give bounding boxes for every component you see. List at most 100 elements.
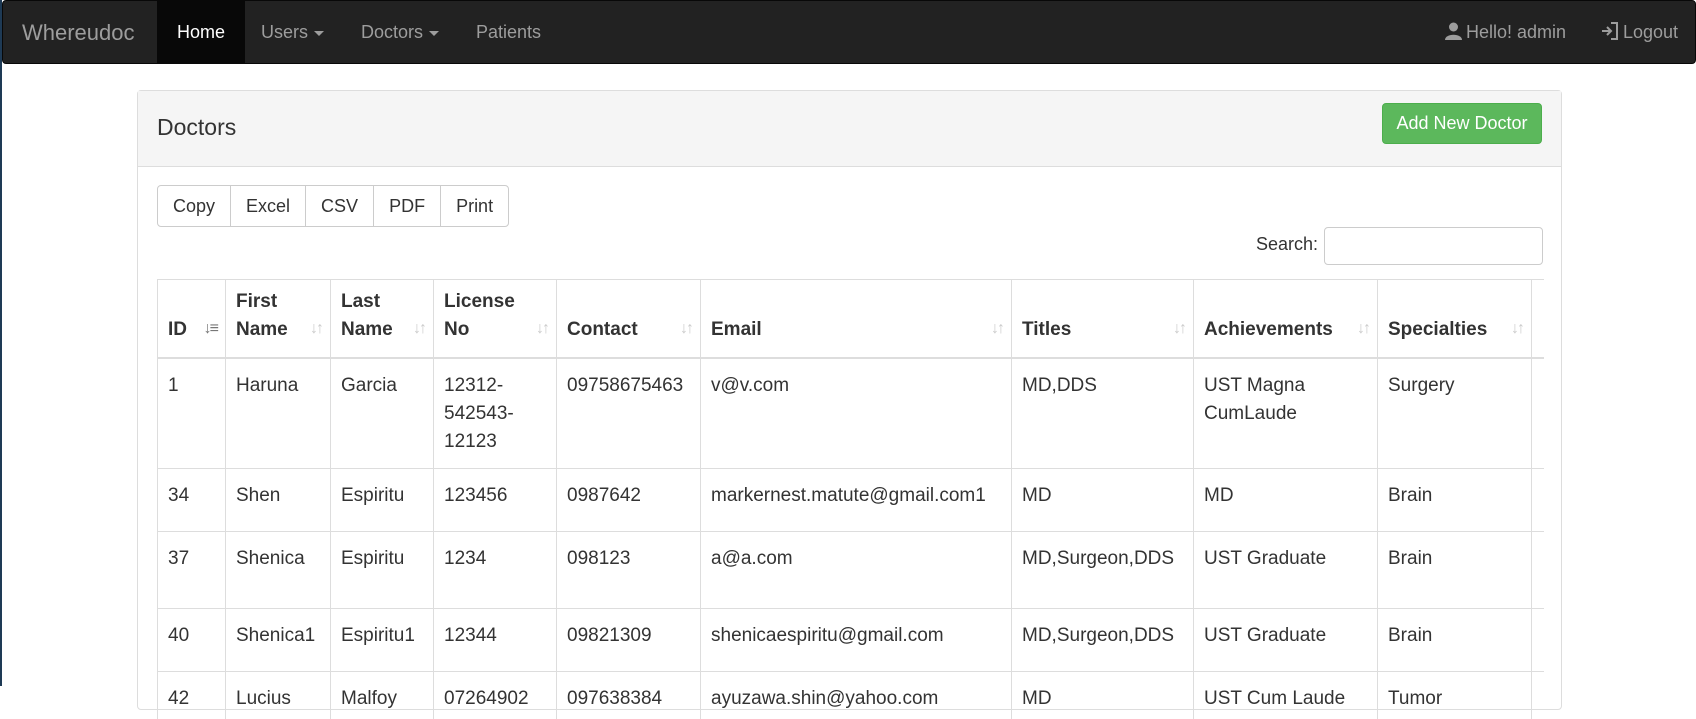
col-header-license-no[interactable]: License No ↓↑ — [433, 279, 557, 359]
cell-contact: 0987642 — [556, 467, 701, 532]
brand-link[interactable]: Whereudoc — [22, 20, 135, 46]
cell-first-name: Haruna — [225, 357, 331, 469]
col-header-first-name[interactable]: First Name ↓↑ — [225, 279, 331, 359]
col-header-specialties-label: Specialties — [1388, 318, 1488, 340]
cell-specialties: Brain — [1377, 607, 1532, 672]
search-label: Search: — [1256, 234, 1319, 254]
cell-achievements: UST Magna CumLaude — [1193, 357, 1378, 469]
nav-users-dropdown[interactable]: Users — [241, 1, 344, 64]
cell-email: ayuzawa.shin@yahoo.com — [700, 670, 1012, 719]
logout-icon — [1602, 22, 1618, 40]
cell-license: 123456 — [433, 467, 557, 532]
col-header-achievements-label: Achievements — [1204, 318, 1333, 340]
sort-icon: ↓↑ — [310, 319, 324, 337]
sort-asc-icon: ↓≡ — [203, 319, 219, 337]
copy-button[interactable]: Copy — [157, 185, 232, 227]
cell-cut-off — [1531, 357, 1544, 469]
sort-icon: ↓↑ — [680, 319, 694, 337]
top-navbar: Whereudoc Home Users Doctors Patients He… — [2, 0, 1696, 64]
col-header-contact-label: Contact — [567, 318, 638, 340]
logout-text: Logout — [1623, 22, 1679, 42]
add-new-doctor-button[interactable]: Add New Doctor — [1382, 103, 1542, 144]
cell-last-name: Espiritu1 — [330, 607, 434, 672]
search-input[interactable] — [1324, 227, 1543, 265]
panel-title: Doctors — [157, 114, 237, 140]
cell-email: a@a.com — [700, 530, 1012, 609]
col-header-license-line2: No — [444, 318, 470, 340]
table-row: 40 Shenica1 Espiritu1 12344 09821309 she… — [157, 607, 1544, 672]
col-header-last-name-line1: Last — [341, 290, 381, 312]
col-header-cut-off[interactable] — [1531, 279, 1544, 359]
caret-down-icon — [429, 30, 440, 36]
col-header-last-name-line2: Name — [341, 318, 393, 340]
cell-titles: MD — [1011, 670, 1194, 719]
cell-license: 07264902 — [433, 670, 557, 719]
cell-email: shenicaespiritu@gmail.com — [700, 607, 1012, 672]
table-row: 37 Shenica Espiritu 1234 098123 a@a.com … — [157, 530, 1544, 609]
cell-id: 1 — [157, 357, 226, 469]
cell-license: 1234 — [433, 530, 557, 609]
user-greeting-text: Hello! admin — [1466, 22, 1567, 42]
cell-last-name: Garcia — [330, 357, 434, 469]
cell-first-name: Shen — [225, 467, 331, 532]
user-greeting-link[interactable]: Hello! admin — [1445, 1, 1566, 64]
cell-contact: 098123 — [556, 530, 701, 609]
col-header-contact[interactable]: Contact ↓↑ — [556, 279, 701, 359]
col-header-last-name[interactable]: Last Name ↓↑ — [330, 279, 434, 359]
cell-contact: 09758675463 — [556, 357, 701, 469]
cell-cut-off — [1531, 467, 1544, 532]
table-header-row: ID ↓≡ First Name ↓↑ Last Name ↓↑ License No ↓↑ … — [157, 279, 1544, 359]
nav-doctors-label: Doctors — [361, 22, 424, 42]
nav-doctors-dropdown[interactable]: Doctors — [341, 1, 459, 64]
nav-home-label: Home — [177, 22, 226, 42]
col-header-email[interactable]: Email ↓↑ — [700, 279, 1012, 359]
sort-icon: ↓↑ — [536, 319, 550, 337]
col-header-achievements[interactable]: Achievements ↓↑ — [1193, 279, 1378, 359]
col-header-specialties[interactable]: Specialties ↓↑ — [1377, 279, 1532, 359]
cell-specialties: Surgery — [1377, 357, 1532, 469]
cell-id: 34 — [157, 467, 226, 532]
nav-home[interactable]: Home — [157, 1, 246, 64]
logout-link[interactable]: Logout — [1601, 1, 1678, 64]
cell-achievements: UST Graduate — [1193, 607, 1378, 672]
excel-button[interactable]: Excel — [230, 185, 307, 227]
csv-button[interactable]: CSV — [305, 185, 375, 227]
sort-icon: ↓↑ — [1511, 319, 1525, 337]
cell-cut-off — [1531, 607, 1544, 672]
sort-icon: ↓↑ — [1173, 319, 1187, 337]
cell-titles: MD — [1011, 467, 1194, 532]
cell-email: v@v.com — [700, 357, 1012, 469]
col-header-first-name-line2: Name — [236, 318, 288, 340]
nav-users-label: Users — [261, 22, 309, 42]
table-row: 34 Shen Espiritu 123456 0987642 markerne… — [157, 467, 1544, 532]
cell-specialties: Brain — [1377, 530, 1532, 609]
nav-patients[interactable]: Patients — [456, 1, 561, 64]
sort-icon: ↓↑ — [991, 319, 1005, 337]
cell-email: markernest.matute@gmail.com1 — [700, 467, 1012, 532]
cell-id: 42 — [157, 670, 226, 719]
cell-achievements: MD — [1193, 467, 1378, 532]
print-button[interactable]: Print — [440, 185, 510, 227]
cell-last-name: Espiritu — [330, 530, 434, 609]
cell-last-name: Malfoy — [330, 670, 434, 719]
cell-first-name: Shenica — [225, 530, 331, 609]
cell-achievements: UST Cum Laude — [1193, 670, 1378, 719]
col-header-id[interactable]: ID ↓≡ — [157, 279, 226, 359]
col-header-titles-label: Titles — [1022, 318, 1072, 340]
doctors-table-wrapper: ID ↓≡ First Name ↓↑ Last Name ↓↑ License No ↓↑ … — [157, 279, 1544, 719]
col-header-id-label: ID — [168, 318, 187, 340]
cell-id: 37 — [157, 530, 226, 609]
col-header-email-label: Email — [711, 318, 762, 340]
cell-titles: MD,Surgeon,DDS — [1011, 607, 1194, 672]
col-header-first-name-line1: First — [236, 290, 278, 312]
doctors-table: ID ↓≡ First Name ↓↑ Last Name ↓↑ License No ↓↑ … — [157, 279, 1544, 719]
cell-specialties: Tumor — [1377, 670, 1532, 719]
cell-achievements: UST Graduate — [1193, 530, 1378, 609]
table-row: 1 Haruna Garcia 12312-542543-12123 09758… — [157, 357, 1544, 469]
col-header-titles[interactable]: Titles ↓↑ — [1011, 279, 1194, 359]
cell-cut-off — [1531, 530, 1544, 609]
panel-heading: Doctors Add New Doctor — [138, 91, 1561, 167]
pdf-button[interactable]: PDF — [373, 185, 442, 227]
cell-contact: 09821309 — [556, 607, 701, 672]
sort-icon: ↓↑ — [413, 319, 427, 337]
